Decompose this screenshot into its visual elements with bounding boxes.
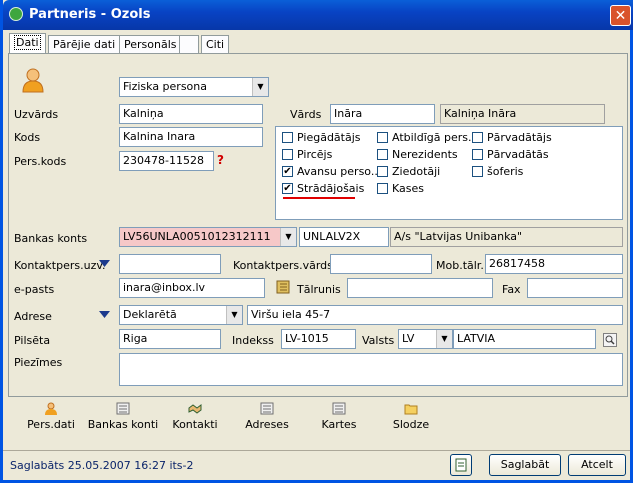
toolbar-pers-dati[interactable]: Pers.dati bbox=[11, 402, 91, 431]
bankas-konts-label: Bankas konts bbox=[14, 232, 88, 245]
role-label: Strādājošais bbox=[297, 182, 365, 195]
role-label: Nerezidents bbox=[392, 148, 458, 161]
mob-input[interactable]: 26817458 bbox=[485, 254, 623, 274]
chevron-down-icon[interactable]: ▼ bbox=[226, 306, 242, 324]
search-icon[interactable] bbox=[603, 333, 617, 347]
role-checkbox[interactable] bbox=[282, 132, 293, 143]
close-button[interactable]: ✕ bbox=[610, 5, 631, 26]
swift-field: UNLALV2X bbox=[299, 227, 389, 247]
window-title: Partneris - Ozols bbox=[29, 7, 151, 22]
folder-icon bbox=[404, 404, 418, 415]
person-icon bbox=[45, 402, 57, 415]
vards-input[interactable]: Ināra bbox=[330, 104, 435, 124]
toolbar-slodze[interactable]: Slodze bbox=[371, 402, 451, 431]
bank-name-field: A/s "Latvijas Unibanka" bbox=[390, 227, 623, 247]
kods-label: Kods bbox=[14, 131, 41, 144]
role-checkbox[interactable] bbox=[472, 149, 483, 160]
role-checkbox[interactable] bbox=[377, 149, 388, 160]
kontakt-vards-label: Kontaktpers.vārds bbox=[233, 259, 333, 272]
role-label: Atbildīgā pers... bbox=[392, 131, 479, 144]
role-checkbox[interactable] bbox=[377, 166, 388, 177]
chevron-down-icon[interactable]: ▼ bbox=[280, 228, 296, 246]
person-type-select[interactable]: Fiziska persona ▼ bbox=[119, 77, 269, 97]
handshake-icon bbox=[188, 404, 202, 414]
tab-parejie-dati[interactable]: Pārējie dati bbox=[48, 35, 121, 53]
role-checkbox[interactable]: ✔ bbox=[282, 183, 293, 194]
piezimes-textarea[interactable] bbox=[119, 353, 623, 386]
vards-label: Vārds bbox=[290, 108, 322, 121]
role-checkbox[interactable] bbox=[282, 149, 293, 160]
kontakt-vards-input[interactable] bbox=[330, 254, 432, 274]
chevron-down-icon[interactable]: ▼ bbox=[436, 330, 452, 348]
list-icon bbox=[260, 402, 274, 415]
valsts-label: Valsts bbox=[362, 334, 395, 347]
question-icon[interactable]: ? bbox=[217, 153, 224, 167]
person-icon bbox=[22, 68, 44, 93]
status-text: Saglabāts 25.05.2007 16:27 its-2 bbox=[10, 459, 194, 472]
kontakt-uzv-input[interactable] bbox=[119, 254, 221, 274]
epasts-label: e-pasts bbox=[14, 283, 55, 296]
copy-icon bbox=[455, 458, 467, 472]
email-input[interactable]: inara@inbox.lv bbox=[119, 278, 265, 298]
list-icon bbox=[332, 402, 346, 415]
indekss-input[interactable]: LV-1015 bbox=[281, 329, 356, 349]
arrow-down-icon[interactable] bbox=[99, 309, 110, 319]
valsts-select[interactable]: LV ▼ bbox=[398, 329, 453, 349]
bank-account-select[interactable]: LV56UNLA0051012312111 ▼ bbox=[119, 227, 297, 247]
role-checkbox[interactable] bbox=[377, 132, 388, 143]
chevron-down-icon[interactable]: ▼ bbox=[252, 78, 268, 96]
pilseta-input[interactable]: Riga bbox=[119, 329, 221, 349]
address-type-select[interactable]: Deklarētā ▼ bbox=[119, 305, 243, 325]
fax-label: Fax bbox=[502, 283, 521, 296]
role-label: Pircējs bbox=[297, 148, 333, 161]
role-checkbox[interactable] bbox=[472, 166, 483, 177]
toolbar-bankas-konti[interactable]: Bankas konti bbox=[83, 402, 163, 431]
role-checkbox[interactable] bbox=[472, 132, 483, 143]
kontakt-uzv-label: Kontaktpers.uzv. bbox=[14, 259, 106, 272]
talrunis-input[interactable] bbox=[347, 278, 493, 298]
address-book-icon[interactable] bbox=[276, 280, 290, 294]
fax-input[interactable] bbox=[527, 278, 623, 298]
tab-dati[interactable]: Dati bbox=[9, 33, 46, 54]
copy-button[interactable] bbox=[450, 454, 472, 476]
list-icon bbox=[116, 402, 130, 415]
divider bbox=[3, 450, 630, 451]
save-button[interactable]: Saglabāt bbox=[489, 454, 561, 476]
mob-label: Mob.tālr. bbox=[436, 259, 484, 272]
role-label: Ziedotāji bbox=[392, 165, 441, 178]
full-name-field: Kalniņa Ināra bbox=[440, 104, 605, 124]
piezimes-label: Piezīmes bbox=[14, 356, 63, 369]
role-checkbox[interactable] bbox=[377, 183, 388, 194]
title-bar[interactable]: Partneris - Ozols ✕ bbox=[3, 0, 633, 30]
tab-citi[interactable]: Citi bbox=[201, 35, 230, 53]
pers-kods-input[interactable]: 230478-11528 bbox=[119, 151, 214, 171]
adrese-label: Adrese bbox=[14, 310, 52, 323]
role-label: Pārvadātās bbox=[487, 148, 549, 161]
indekss-label: Indekss bbox=[232, 334, 274, 347]
role-label: Pārvadātājs bbox=[487, 131, 552, 144]
uzvards-input[interactable]: Kalniņa bbox=[119, 104, 263, 124]
tab-personals[interactable]: Personāls bbox=[119, 35, 182, 53]
tab-empty[interactable] bbox=[179, 35, 199, 53]
role-label: šoferis bbox=[487, 165, 524, 178]
cancel-button[interactable]: Atcelt bbox=[568, 454, 626, 476]
toolbar-kartes[interactable]: Kartes bbox=[299, 402, 379, 431]
toolbar-kontakti[interactable]: Kontakti bbox=[155, 402, 235, 431]
window: Partneris - Ozols ✕ Dati Pārējie dati Pe… bbox=[0, 0, 633, 483]
address-input[interactable]: Viršu iela 45-7 bbox=[247, 305, 623, 325]
toolbar-adreses[interactable]: Adreses bbox=[227, 402, 307, 431]
uzvards-label: Uzvārds bbox=[14, 108, 59, 121]
country-name-field: LATVIA bbox=[453, 329, 596, 349]
pilseta-label: Pilsēta bbox=[14, 334, 51, 347]
arrow-down-icon[interactable] bbox=[99, 258, 110, 268]
role-label: Piegādātājs bbox=[297, 131, 361, 144]
kods-input[interactable]: Kalnina Inara bbox=[119, 127, 263, 147]
app-icon bbox=[9, 7, 23, 21]
role-checkbox[interactable]: ✔ bbox=[282, 166, 293, 177]
talrunis-label: Tālrunis bbox=[297, 283, 341, 296]
role-label: Kases bbox=[392, 182, 424, 195]
role-label: Avansu perso... bbox=[297, 165, 382, 178]
pers-kods-label: Pers.kods bbox=[14, 155, 67, 168]
required-underline bbox=[283, 197, 355, 199]
